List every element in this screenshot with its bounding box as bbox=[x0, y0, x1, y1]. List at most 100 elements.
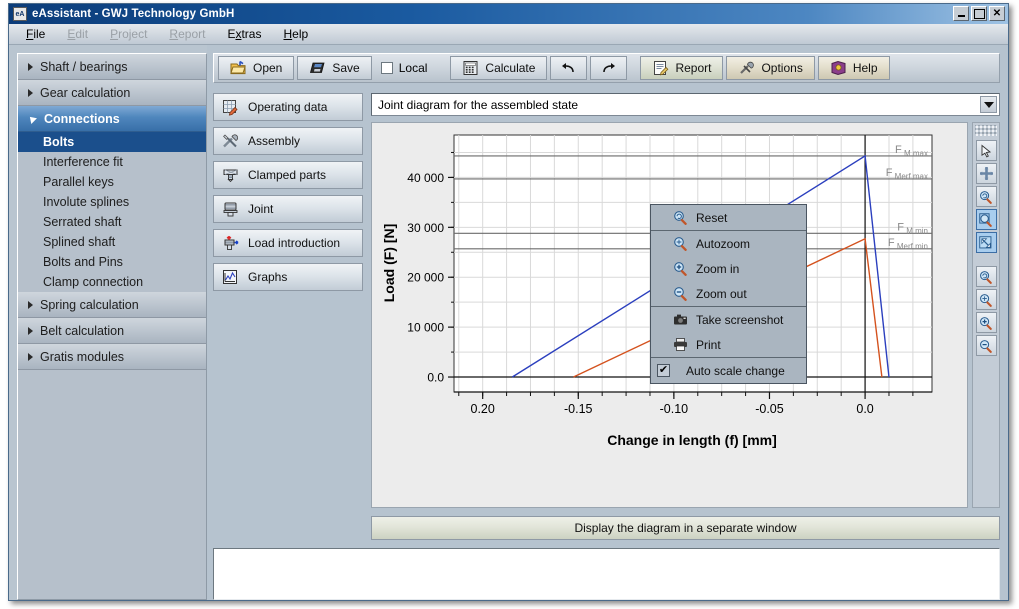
sidebar-group-gear-calculation[interactable]: Gear calculation bbox=[18, 80, 206, 106]
tab-graphs[interactable]: Graphs bbox=[213, 263, 363, 291]
maximize-button[interactable] bbox=[971, 6, 987, 21]
chevron-right-icon bbox=[28, 301, 33, 309]
minimize-button[interactable] bbox=[953, 6, 969, 21]
sidebar-item-clamp-connection[interactable]: Clamp connection bbox=[18, 272, 206, 292]
clamped-parts-icon bbox=[222, 167, 240, 184]
chart-x-tick-label: -0.15 bbox=[564, 402, 593, 416]
zoom-reset-button[interactable] bbox=[976, 266, 997, 287]
sidebar-item-label: Parallel keys bbox=[43, 175, 114, 189]
menu-help[interactable]: Help bbox=[283, 27, 308, 41]
tab-clamped-parts[interactable]: Clamped parts bbox=[213, 161, 363, 189]
chevron-right-icon bbox=[28, 353, 33, 361]
bottom-output-panel[interactable] bbox=[213, 548, 1000, 600]
undo-button[interactable] bbox=[550, 56, 587, 80]
context-menu-item-auto-scale-change[interactable]: ✔ Auto scale change bbox=[651, 358, 806, 383]
calculate-button[interactable]: Calculate bbox=[450, 56, 547, 80]
tab-label: Assembly bbox=[248, 134, 300, 148]
sidebar-item-bolts-and-pins[interactable]: Bolts and Pins bbox=[18, 252, 206, 272]
zoom-reset-tool[interactable] bbox=[976, 186, 997, 207]
tab-operating-data[interactable]: Operating data bbox=[213, 93, 363, 121]
chart-x-axis-label: Change in length (f) [mm] bbox=[607, 432, 777, 448]
sidebar-group-label: Belt calculation bbox=[40, 324, 124, 338]
diagram-select[interactable]: Joint diagram for the assembled state bbox=[371, 93, 1000, 116]
close-button[interactable]: ✕ bbox=[989, 6, 1005, 21]
separate-window-label: Display the diagram in a separate window bbox=[574, 521, 796, 535]
help-button[interactable]: Help bbox=[818, 56, 890, 80]
context-menu-item-autozoom[interactable]: Autozoom bbox=[651, 231, 806, 256]
sidebar-item-interference-fit[interactable]: Interference fit bbox=[18, 152, 206, 172]
context-menu-item-print[interactable]: Print bbox=[651, 332, 806, 357]
zoom-out-button[interactable] bbox=[976, 335, 997, 356]
report-button[interactable]: Report bbox=[640, 56, 723, 80]
menu-edit[interactable]: Edit bbox=[67, 27, 88, 41]
help-book-icon bbox=[830, 60, 847, 76]
sidebar-group-spring-calculation[interactable]: Spring calculation bbox=[18, 292, 206, 318]
sidebar-group-connections[interactable]: Connections bbox=[18, 106, 206, 132]
pan-move-tool[interactable] bbox=[976, 163, 997, 184]
context-menu-label: Autozoom bbox=[696, 237, 750, 251]
redo-button[interactable] bbox=[590, 56, 627, 80]
floppy-disk-icon bbox=[309, 60, 326, 76]
open-button[interactable]: Open bbox=[218, 56, 294, 80]
context-menu-label: Take screenshot bbox=[696, 313, 783, 327]
autozoom-icon bbox=[979, 293, 993, 307]
zoom-in-icon bbox=[673, 261, 688, 276]
tab-label: Operating data bbox=[248, 100, 327, 114]
chevron-right-icon bbox=[28, 89, 33, 97]
select-arrow-tool[interactable] bbox=[976, 140, 997, 161]
sidebar-item-label: Bolts and Pins bbox=[43, 255, 123, 269]
sidebar-group-gratis-modules[interactable]: Gratis modules bbox=[18, 344, 206, 370]
sidebar-item-bolts[interactable]: Bolts bbox=[18, 132, 206, 152]
context-menu-label: Zoom in bbox=[696, 262, 739, 276]
joint-diagram-chart[interactable]: 0.010 00020 00030 00040 000 0.20-0.15-0.… bbox=[371, 122, 968, 508]
chevron-down-icon bbox=[984, 102, 994, 108]
calculate-button-label: Calculate bbox=[485, 61, 535, 75]
context-menu-item-take-screenshot[interactable]: Take screenshot bbox=[651, 307, 806, 332]
menu-extras[interactable]: Extras bbox=[227, 27, 261, 41]
sidebar-group-belt-calculation[interactable]: Belt calculation bbox=[18, 318, 206, 344]
assembly-icon bbox=[222, 133, 240, 150]
sidebar-item-parallel-keys[interactable]: Parallel keys bbox=[18, 172, 206, 192]
autozoom-button[interactable] bbox=[976, 289, 997, 310]
sidebar-group-shaft-bearings[interactable]: Shaft / bearings bbox=[18, 54, 206, 80]
zoom-box-tool[interactable] bbox=[976, 209, 997, 230]
sidebar-item-splined-shaft[interactable]: Splined shaft bbox=[18, 232, 206, 252]
menu-report[interactable]: Report bbox=[169, 27, 205, 41]
undo-arrow-icon bbox=[560, 60, 577, 76]
sidebar-item-involute-splines[interactable]: Involute splines bbox=[18, 192, 206, 212]
local-checkbox-label: Local bbox=[399, 61, 428, 75]
context-menu-item-zoom-out[interactable]: Zoom out bbox=[651, 281, 806, 306]
display-diagram-separate-window-button[interactable]: Display the diagram in a separate window bbox=[371, 516, 1000, 540]
tab-joint[interactable]: Joint bbox=[213, 195, 363, 223]
sidebar-item-label: Involute splines bbox=[43, 195, 129, 209]
chart-y-tick-label: 30 000 bbox=[407, 221, 444, 235]
chart-y-tick-label: 0.0 bbox=[427, 371, 444, 385]
title-bar: eA eAssistant - GWJ Technology GmbH ✕ bbox=[9, 4, 1008, 24]
context-menu-label: Zoom out bbox=[696, 287, 747, 301]
context-menu-item-zoom-in[interactable]: Zoom in bbox=[651, 256, 806, 281]
tab-load-introduction[interactable]: Load introduction bbox=[213, 229, 363, 257]
diagram-select-arrow[interactable] bbox=[980, 96, 997, 113]
menu-file[interactable]: File bbox=[26, 27, 45, 41]
content-area: Operating data Assembly bbox=[213, 83, 1000, 540]
menu-project[interactable]: Project bbox=[110, 27, 147, 41]
auto-scale-change-checkbox[interactable]: ✔ bbox=[657, 364, 670, 377]
save-button[interactable]: Save bbox=[297, 56, 371, 80]
body-split: Shaft / bearings Gear calculation Connec… bbox=[9, 45, 1008, 600]
zoom-in-button[interactable] bbox=[976, 312, 997, 333]
autozoom-icon bbox=[673, 236, 688, 251]
options-button-label: Options bbox=[761, 61, 802, 75]
context-menu-item-reset[interactable]: Reset bbox=[651, 205, 806, 230]
chart-context-menu[interactable]: Reset Autozoom bbox=[650, 204, 807, 384]
toolbar-drag-grip[interactable] bbox=[975, 125, 997, 136]
chart-y-tick-label: 10 000 bbox=[407, 321, 444, 335]
chevron-right-icon bbox=[28, 327, 33, 335]
zoom-drag-tool[interactable] bbox=[976, 232, 997, 253]
tab-assembly[interactable]: Assembly bbox=[213, 127, 363, 155]
options-button[interactable]: Options bbox=[726, 56, 814, 80]
local-checkbox[interactable]: Local bbox=[375, 61, 438, 75]
sidebar-item-serrated-shaft[interactable]: Serrated shaft bbox=[18, 212, 206, 232]
sidebar-group-label: Connections bbox=[44, 112, 120, 126]
cursor-arrow-icon bbox=[979, 144, 993, 158]
sidebar-group-label: Gear calculation bbox=[40, 86, 130, 100]
